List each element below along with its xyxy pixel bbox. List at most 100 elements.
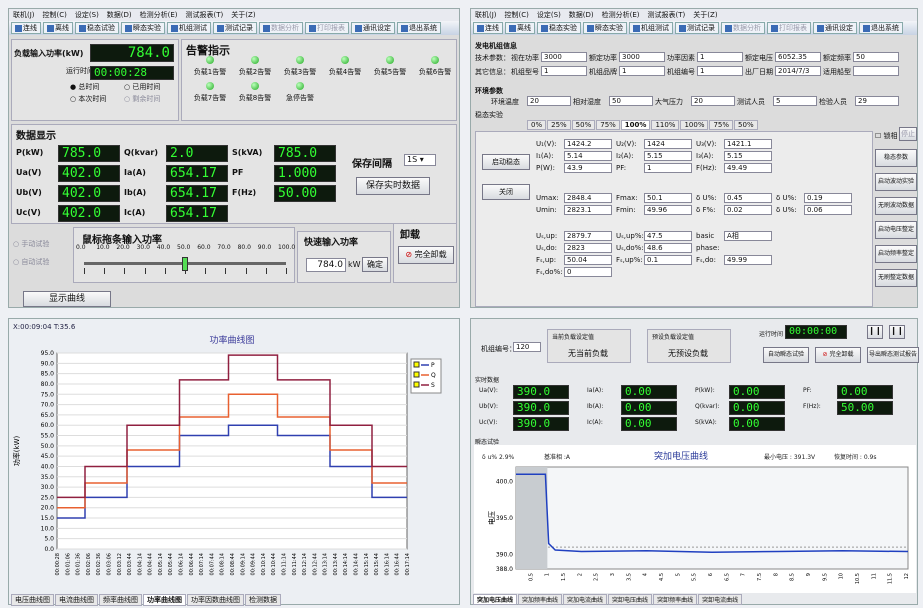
menu-item[interactable]: 数据(D)	[107, 10, 132, 20]
toolbar-button[interactable]: 数据分析	[721, 22, 765, 34]
load-tab[interactable]: 75%	[596, 120, 620, 130]
unit-input[interactable]: 120	[513, 342, 541, 352]
info-field[interactable]: 1	[697, 52, 743, 62]
env-field[interactable]: 20	[527, 96, 571, 106]
curve-tab[interactable]: 检测数据	[245, 594, 281, 606]
action-button[interactable]: 自动瞬态试验	[763, 347, 809, 363]
toolbar-button[interactable]: 测试记录	[213, 22, 257, 34]
toolbar-button[interactable]: 通讯设定	[813, 22, 857, 34]
action-button[interactable]: 导出瞬态测试报告	[867, 347, 919, 363]
curve-tab[interactable]: 突加电流曲线	[563, 594, 608, 605]
info-field[interactable]: 3000	[541, 52, 587, 62]
menu-item[interactable]: 检测分析(E)	[140, 10, 178, 20]
side-button[interactable]: 启动频率整定	[875, 245, 917, 263]
pause-button[interactable]: ❙❙	[867, 325, 883, 339]
mode-manual-radio[interactable]: ○ 手动试验	[13, 239, 49, 249]
info-field[interactable]: 3000	[619, 52, 665, 62]
env-field[interactable]: 50	[609, 96, 653, 106]
slider-thumb[interactable]	[182, 257, 188, 271]
menu-item[interactable]: 关于(Z)	[231, 10, 255, 20]
info-field[interactable]: 50	[853, 52, 899, 62]
env-field[interactable]: 29	[855, 96, 899, 106]
opt-remain-radio[interactable]: ○ 剩余时间	[124, 94, 160, 104]
start-steady-button[interactable]: 启动稳态	[482, 154, 530, 170]
close-button[interactable]: 关闭	[482, 184, 530, 200]
load-tab[interactable]: 0%	[527, 120, 547, 130]
menu-item[interactable]: 测试报表(T)	[186, 10, 224, 20]
toolbar-button[interactable]: 机组测试	[629, 22, 673, 34]
toolbar-button[interactable]: 数据分析	[259, 22, 303, 34]
menu-item[interactable]: 设定(S)	[537, 10, 561, 20]
toolbar-button[interactable]: 稳态试验	[75, 22, 119, 34]
menu-item[interactable]: 控制(C)	[43, 10, 67, 20]
side-button[interactable]: 启动电压整定	[875, 221, 917, 239]
load-tab[interactable]: 50%	[571, 120, 596, 130]
env-field[interactable]: 5	[773, 96, 817, 106]
toolbar-button[interactable]: 瞬态实验	[121, 22, 165, 34]
info-field[interactable]	[853, 66, 899, 76]
menu-item[interactable]: 数据(D)	[569, 10, 594, 20]
info-field[interactable]: 1	[697, 66, 743, 76]
confirm-button[interactable]: 确定	[362, 257, 388, 272]
curve-tab[interactable]: 突加电压曲线	[473, 594, 518, 605]
quick-input[interactable]: 784.0	[306, 258, 346, 272]
menu-item[interactable]: 检测分析(E)	[602, 10, 640, 20]
menu-item[interactable]: 联机(J)	[475, 10, 497, 20]
toolbar-button[interactable]: 打印报表	[767, 22, 811, 34]
curve-tab[interactable]: 突加频率曲线	[518, 594, 563, 605]
pause2-button[interactable]: ❙❙	[889, 325, 905, 339]
info-field[interactable]: 6052.35	[775, 52, 821, 62]
menu-item[interactable]: 联机(J)	[13, 10, 35, 20]
load-tab[interactable]: 25%	[547, 120, 571, 130]
curve-tab[interactable]: 电流曲线图	[55, 594, 98, 606]
unload-button[interactable]: ⊘ 完全卸载	[398, 246, 454, 264]
action-button[interactable]: ⊘ 完全卸载	[815, 347, 861, 363]
curve-tab[interactable]: 频率曲线图	[99, 594, 142, 606]
curve-tab[interactable]: 突卸电流曲线	[698, 594, 743, 605]
toolbar-button[interactable]: 瞬态实验	[583, 22, 627, 34]
toolbar-button[interactable]: 稳态实验	[537, 22, 581, 34]
load-tab[interactable]: 50%	[734, 120, 758, 130]
save-realtime-button[interactable]: 保存实时数据	[356, 177, 430, 195]
curve-tab[interactable]: 功率曲线图	[143, 594, 186, 606]
legend-checkbox[interactable]	[413, 361, 420, 368]
side-button[interactable]: 启动波动实验	[875, 173, 917, 191]
env-field[interactable]: 20	[691, 96, 735, 106]
opt-elapsed-radio[interactable]: ○ 已用时间	[124, 82, 160, 92]
curve-tab[interactable]: 功率因数曲线图	[187, 594, 244, 606]
toolbar-button[interactable]: 打印报表	[305, 22, 349, 34]
toolbar-button[interactable]: 机组测试	[167, 22, 211, 34]
toolbar-button[interactable]: 离线	[43, 22, 73, 34]
save-interval-select[interactable]: 1S ▾	[404, 154, 436, 166]
menu-item[interactable]: 关于(Z)	[693, 10, 717, 20]
opt-total-radio[interactable]: ● 总时间	[70, 82, 99, 92]
toolbar-button[interactable]: 通讯设定	[351, 22, 395, 34]
menu-item[interactable]: 测试报表(T)	[648, 10, 686, 20]
curve-tab[interactable]: 突卸频率曲线	[653, 594, 698, 605]
load-tab[interactable]: 100%	[680, 120, 709, 130]
stop-button[interactable]: 停止	[899, 127, 917, 141]
toolbar-button[interactable]: 连线	[473, 22, 503, 34]
phase-lock-checkbox[interactable]: ☐ 锁相	[875, 131, 898, 141]
load-tab[interactable]: 110%	[651, 120, 680, 130]
toolbar-button[interactable]: 退出系统	[859, 22, 903, 34]
info-field[interactable]: 2014/7/3	[775, 66, 821, 76]
info-field[interactable]: 1	[619, 66, 665, 76]
toolbar-button[interactable]: 测试记录	[675, 22, 719, 34]
legend-checkbox[interactable]	[413, 371, 420, 378]
toolbar-button[interactable]: 退出系统	[397, 22, 441, 34]
menu-item[interactable]: 设定(S)	[75, 10, 99, 20]
toolbar-button[interactable]: 离线	[505, 22, 535, 34]
side-button[interactable]: 无刷整定数据	[875, 269, 917, 287]
opt-this-radio[interactable]: ○ 本次时间	[70, 94, 106, 104]
show-curve-button[interactable]: 显示曲线	[23, 291, 111, 307]
toolbar-button[interactable]: 连线	[11, 22, 41, 34]
curve-tab[interactable]: 突卸电压曲线	[608, 594, 653, 605]
curve-tab[interactable]: 电压曲线图	[11, 594, 54, 606]
side-button[interactable]: 稳态参数	[875, 149, 917, 167]
info-field[interactable]: 1	[541, 66, 587, 76]
load-tab[interactable]: 100%	[620, 120, 651, 130]
menu-item[interactable]: 控制(C)	[505, 10, 529, 20]
load-tab[interactable]: 75%	[709, 120, 734, 130]
mode-auto-radio[interactable]: ○ 自动试验	[13, 257, 49, 267]
